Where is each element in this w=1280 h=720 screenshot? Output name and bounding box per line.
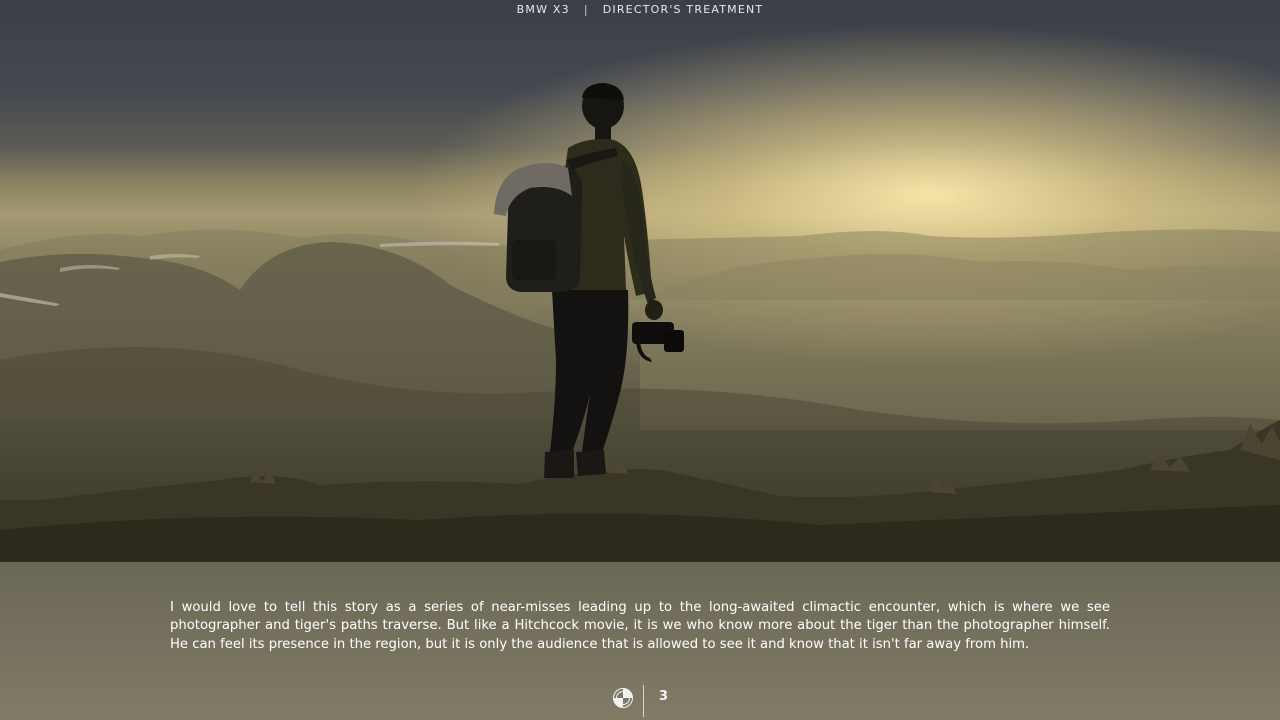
page-footer: 3 — [0, 685, 1280, 718]
mountain-landscape-illustration — [0, 83, 1280, 562]
header-separator: | — [583, 3, 589, 16]
bmw-roundel-icon — [613, 688, 633, 708]
treatment-paragraph: I would love to tell this story as a ser… — [170, 600, 1110, 652]
page-number: 3 — [659, 689, 669, 704]
document-header: BMW X3 | DIRECTOR'S TREATMENT — [0, 3, 1280, 16]
brand-label: BMW X3 — [516, 3, 570, 16]
text-panel: I would love to tell this story as a ser… — [0, 562, 1280, 720]
footer-divider — [643, 685, 644, 717]
section-label: DIRECTOR'S TREATMENT — [602, 3, 764, 16]
hero-photo: BMW X3 | DIRECTOR'S TREATMENT — [0, 0, 1280, 562]
